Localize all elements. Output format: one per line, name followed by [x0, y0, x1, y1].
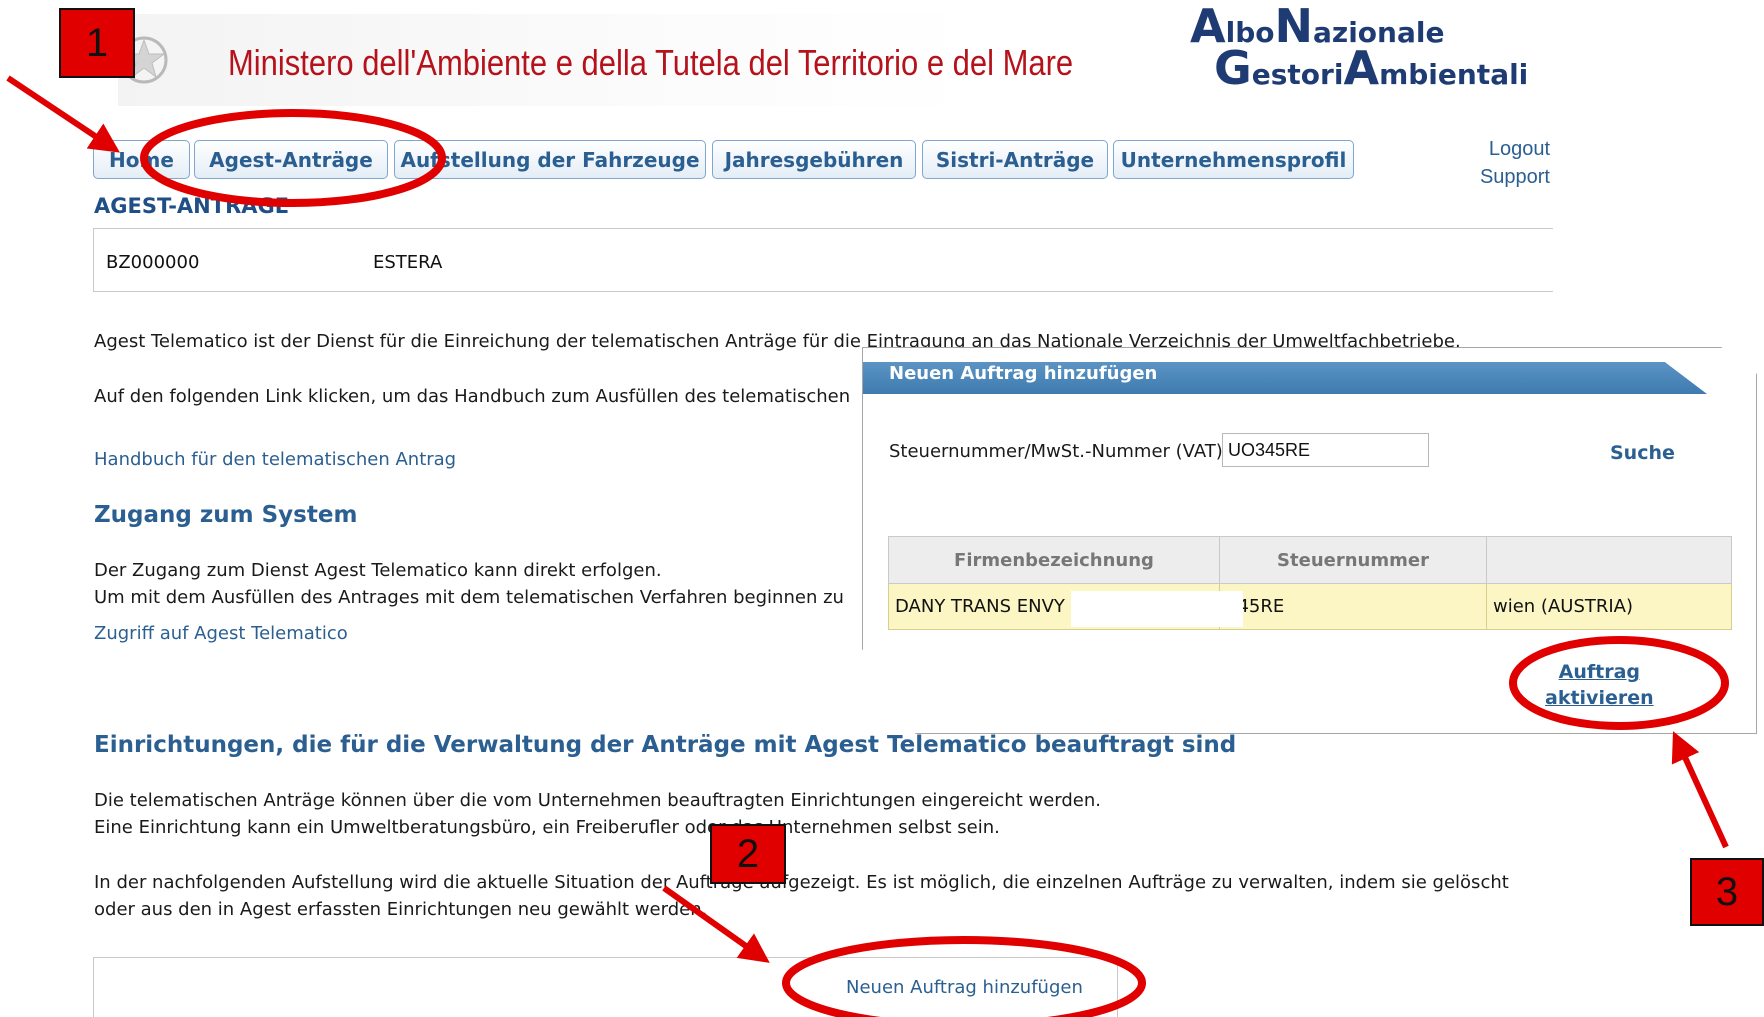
logout-link[interactable]: Logout [1489, 138, 1550, 161]
arrow-1 [6, 75, 120, 153]
table-row[interactable]: DANY TRANS ENVY 345RE wien (AUSTRIA) [888, 583, 1732, 630]
tab-aufstellung-fahrzeuge[interactable]: Aufstellung der Fahrzeuge [394, 140, 706, 179]
arrow-3 [1671, 731, 1729, 849]
company-info-box [93, 228, 1553, 292]
step-badge-1: 1 [59, 8, 135, 78]
vat-label: Steuernummer/MwSt.-Nummer (VAT) [889, 441, 1223, 462]
table-cell: 345RE [1219, 583, 1487, 630]
step-badge-2: 2 [710, 824, 786, 884]
column-header [1486, 536, 1732, 584]
list-text-2: oder aus den in Agest erfassten Einricht… [94, 899, 708, 920]
dialog-title: Neuen Auftrag hinzufügen [863, 362, 1707, 394]
page-title: AGEST-ANTRAGE [94, 194, 290, 218]
access-text-2: Um mit dem Ausfüllen des Antrages mit de… [94, 587, 844, 608]
access-text-1: Der Zugang zum Dienst Agest Telematico k… [94, 560, 662, 581]
table-header-row: Firmenbezeichnung Steuernummer [888, 536, 1732, 584]
list-text-1: In der nachfolgenden Aufstellung wird di… [94, 872, 1509, 893]
company-name: ESTERA [373, 252, 443, 273]
entities-text-2: Eine Einrichtung kann ein Umweltberatung… [94, 817, 1000, 838]
table-cell: wien (AUSTRIA) [1486, 583, 1732, 630]
support-link[interactable]: Support [1480, 166, 1550, 189]
tab-agest-antraege[interactable]: Agest-Anträge [194, 140, 388, 179]
entities-text-1: Die telematischen Anträge können über di… [94, 790, 1102, 811]
add-order-dialog: Neuen Auftrag hinzufügen Steuernummer/Mw… [862, 347, 1757, 734]
column-header: Firmenbezeichnung [888, 536, 1220, 584]
activate-order-link[interactable]: Auftrag aktivieren [1545, 659, 1654, 711]
redaction-mask [1071, 591, 1243, 627]
step-badge-3: 3 [1690, 858, 1764, 926]
manual-link[interactable]: Handbuch für den telematischen Antrag [94, 449, 456, 470]
tab-home[interactable]: Home [93, 140, 190, 179]
albo-nazionale-logo: AlboNazionale GestoriAmbientali [1190, 0, 1529, 95]
access-heading: Zugang zum System [94, 502, 358, 528]
add-order-link[interactable]: Neuen Auftrag hinzufügen [846, 977, 1083, 998]
ministry-title: Ministero dell'Ambiente e della Tutela d… [228, 42, 1074, 83]
tab-sistri-antraege[interactable]: Sistri-Anträge [922, 140, 1108, 179]
company-id: BZ000000 [106, 252, 200, 273]
results-table: Firmenbezeichnung Steuernummer DANY TRAN… [888, 536, 1732, 630]
search-button[interactable]: Suche [1610, 442, 1675, 464]
manual-text: Auf den folgenden Link klicken, um das H… [94, 386, 851, 407]
entities-heading: Einrichtungen, die für die Verwaltung de… [94, 732, 1237, 758]
column-header: Steuernummer [1219, 536, 1487, 584]
tab-unternehmensprofil[interactable]: Unternehmensprofil [1113, 140, 1354, 179]
tab-jahresgebuehren[interactable]: Jahresgebühren [712, 140, 916, 179]
access-link[interactable]: Zugriff auf Agest Telematico [94, 623, 348, 644]
vat-input[interactable] [1222, 433, 1429, 467]
